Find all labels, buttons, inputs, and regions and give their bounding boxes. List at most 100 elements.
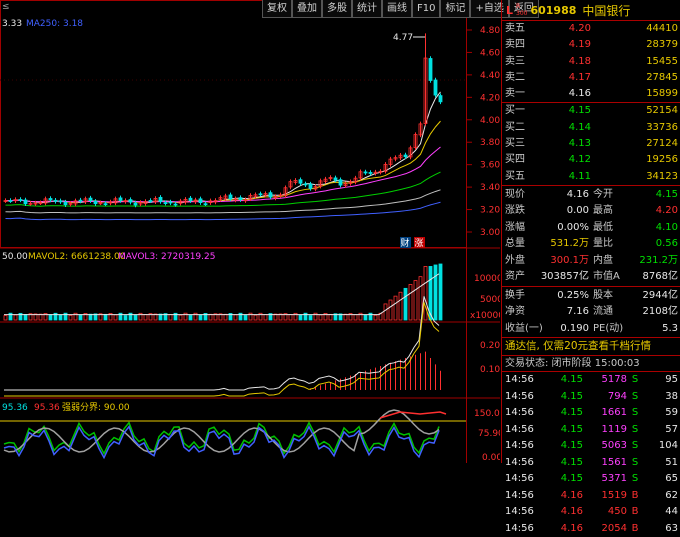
candle-body [228,194,233,200]
ask-row[interactable]: 卖一 4.16 15899 [502,86,680,102]
financial-badge-text: 财 [401,237,410,249]
quote-label: 流通 [593,306,613,318]
ask-row[interactable]: 卖三 4.18 15455 [502,54,680,70]
tick-time: 14:56 [505,440,534,452]
tick-side: S [631,440,639,452]
tick-price: 4.16 [560,489,583,501]
volume-bar [393,295,398,321]
candle-body [93,200,98,205]
ask-row[interactable]: 卖五 4.20 44410 [502,21,680,37]
quote-label: 股本 [593,289,613,301]
trading-status: 交易状态: 闭市阶段 15:00:03 [502,356,680,373]
tick-row[interactable]: 14:56 4.15 1561 S 51 [502,455,680,472]
draw-line-button[interactable]: 画线 [382,0,412,18]
f10-button[interactable]: F10 [412,0,441,18]
candle-body [128,199,133,203]
ask-volume: 27845 [646,71,678,83]
scroll-arrow-icon[interactable]: ≤ [2,2,10,12]
volume-bar [413,280,418,321]
tick-row[interactable]: 14:56 4.16 1519 B 62 [502,488,680,505]
volume-bar [103,313,108,321]
tick-time: 14:56 [505,522,534,534]
bid-row[interactable]: 买四 4.12 19256 [502,152,680,168]
bid-price: 4.15 [568,105,591,117]
candle-body [158,196,163,202]
tick-volume: 450 [607,506,627,518]
turnover-rate: 0.25% [557,289,589,301]
volume-bar [423,266,428,321]
mark-button[interactable]: 标记 [440,0,471,18]
tick-side: S [631,473,639,485]
price-tick-label: 4.00 [480,116,500,126]
bid-row[interactable]: 买三 4.13 27124 [502,136,680,152]
restore-rights-button[interactable]: 复权 [262,0,292,18]
tick-count: 62 [665,489,678,501]
market-cap: 8768亿 [642,271,678,283]
kline-chart[interactable]: 4.80 4.60 4.40 4.20 4.00 3.80 3.60 3.40 3.20 3.00… [0,0,506,463]
ask-price: 4.16 [568,88,591,100]
tick-row[interactable]: 14:56 4.15 5063 S 104 [502,438,680,455]
volume-bar [318,314,323,321]
quote-row-turnover: 换手 0.25% 股本 2944亿 [502,288,680,305]
volume-bar [388,299,393,321]
tick-side: S [631,374,639,386]
ask-label: 卖五 [505,23,525,34]
volume-bar [373,314,378,321]
tick-list[interactable]: 14:56 4.15 5178 S 95 14:56 4.15 794 S 38 14:56 4.15… [502,372,680,537]
strength-tick-0: 0.00 [482,453,500,463]
chart-area[interactable]: 4.80 4.60 4.40 4.20 4.00 3.80 3.60 3.40 3.20 3.00… [0,0,539,463]
bid-row[interactable]: 买五 4.11 34123 [502,169,680,185]
price-axis: 4.80 4.60 4.40 4.20 4.00 3.80 3.60 3.40 3.20 3.00 [480,26,500,238]
bid-row[interactable]: 买二 4.14 33736 [502,120,680,136]
volume-bar [188,315,193,321]
volume-bar [398,291,403,321]
pct-change: 0.00% [557,221,589,233]
ask-row[interactable]: 卖二 4.17 27845 [502,70,680,86]
tick-price: 4.15 [560,440,583,452]
tick-row[interactable]: 14:56 4.15 1661 S 59 [502,405,680,422]
bid-label: 买三 [505,138,525,150]
multi-stock-button[interactable]: 多股 [322,0,352,18]
tick-price: 4.15 [560,456,583,468]
tick-row[interactable]: 14:56 4.16 2054 B 63 [502,521,680,537]
price-tick-label: 3.00 [480,228,500,238]
quote-label: 外盘 [505,254,525,266]
candle-body [133,202,138,206]
candle-body [428,58,433,81]
bid-price: 4.11 [568,170,591,182]
high-price: 4.20 [655,205,678,217]
price-tick-label: 3.60 [480,161,500,171]
candle-body [163,202,168,205]
tick-price: 4.15 [560,473,583,485]
prefix-num: 300 [516,10,528,17]
candle-body [438,95,443,103]
bid-price: 4.12 [568,154,591,166]
tick-time: 14:56 [505,407,534,419]
volume-bar [363,314,368,321]
volume-ma-line [4,273,440,316]
quote-label: 量比 [593,238,613,250]
promo-notice[interactable]: 通达信, 仅需20元查看千档行情 [502,338,680,357]
ma-line [5,91,441,204]
volume-bar [198,314,203,321]
ask-row[interactable]: 卖四 4.19 28379 [502,37,680,53]
quote-label: 市值A [593,271,620,283]
volume-bar [403,287,408,321]
bid-volume: 19256 [646,154,678,166]
overlay-button[interactable]: 叠加 [292,0,322,18]
tick-row[interactable]: 14:56 4.15 5178 S 95 [502,372,680,389]
bid-label: 买二 [505,121,525,133]
tick-row[interactable]: 14:56 4.15 794 S 38 [502,389,680,406]
tick-volume: 1119 [601,423,627,435]
tick-row[interactable]: 14:56 4.15 1119 S 57 [502,422,680,439]
volume-bar [288,314,293,321]
quote-row-eps: 收益(一) 0.190 PE(动) 5.3 [502,321,680,338]
bid-row[interactable]: 买一 4.15 52154 [502,103,680,119]
inner-volume: 231.2万 [639,254,678,266]
tick-row[interactable]: 14:56 4.15 5371 S 65 [502,471,680,488]
legend-left-value: 3.33 [2,19,22,29]
tick-row[interactable]: 14:56 4.16 450 B 44 [502,504,680,521]
statistics-button[interactable]: 统计 [352,0,382,18]
candle-body [363,171,368,174]
moving-average-lines [5,91,441,221]
